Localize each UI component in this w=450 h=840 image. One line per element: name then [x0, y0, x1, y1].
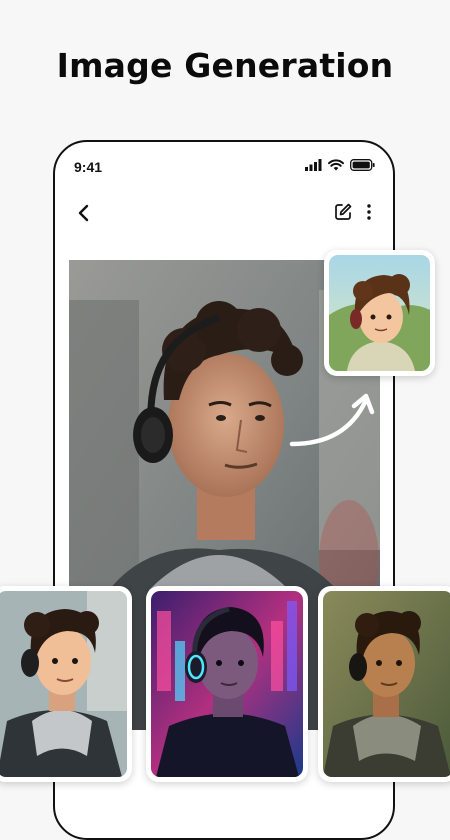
- signal-icon: [305, 159, 322, 171]
- edit-icon[interactable]: [333, 202, 353, 222]
- oil-painting-style-thumbnail[interactable]: [318, 586, 450, 782]
- battery-icon: [350, 159, 375, 171]
- wifi-icon: [328, 159, 344, 171]
- more-vertical-icon[interactable]: [365, 202, 373, 222]
- status-time: 9:41: [74, 159, 103, 175]
- anime-style-thumbnail[interactable]: [324, 250, 435, 376]
- cartoon-style-thumbnail[interactable]: [0, 586, 132, 782]
- curved-arrow-icon: [289, 393, 375, 447]
- back-chevron-icon[interactable]: [73, 202, 95, 224]
- page-headline: Image Generation: [56, 46, 394, 85]
- status-bar-icons: [305, 159, 375, 171]
- cyberpunk-style-thumbnail[interactable]: [146, 586, 308, 782]
